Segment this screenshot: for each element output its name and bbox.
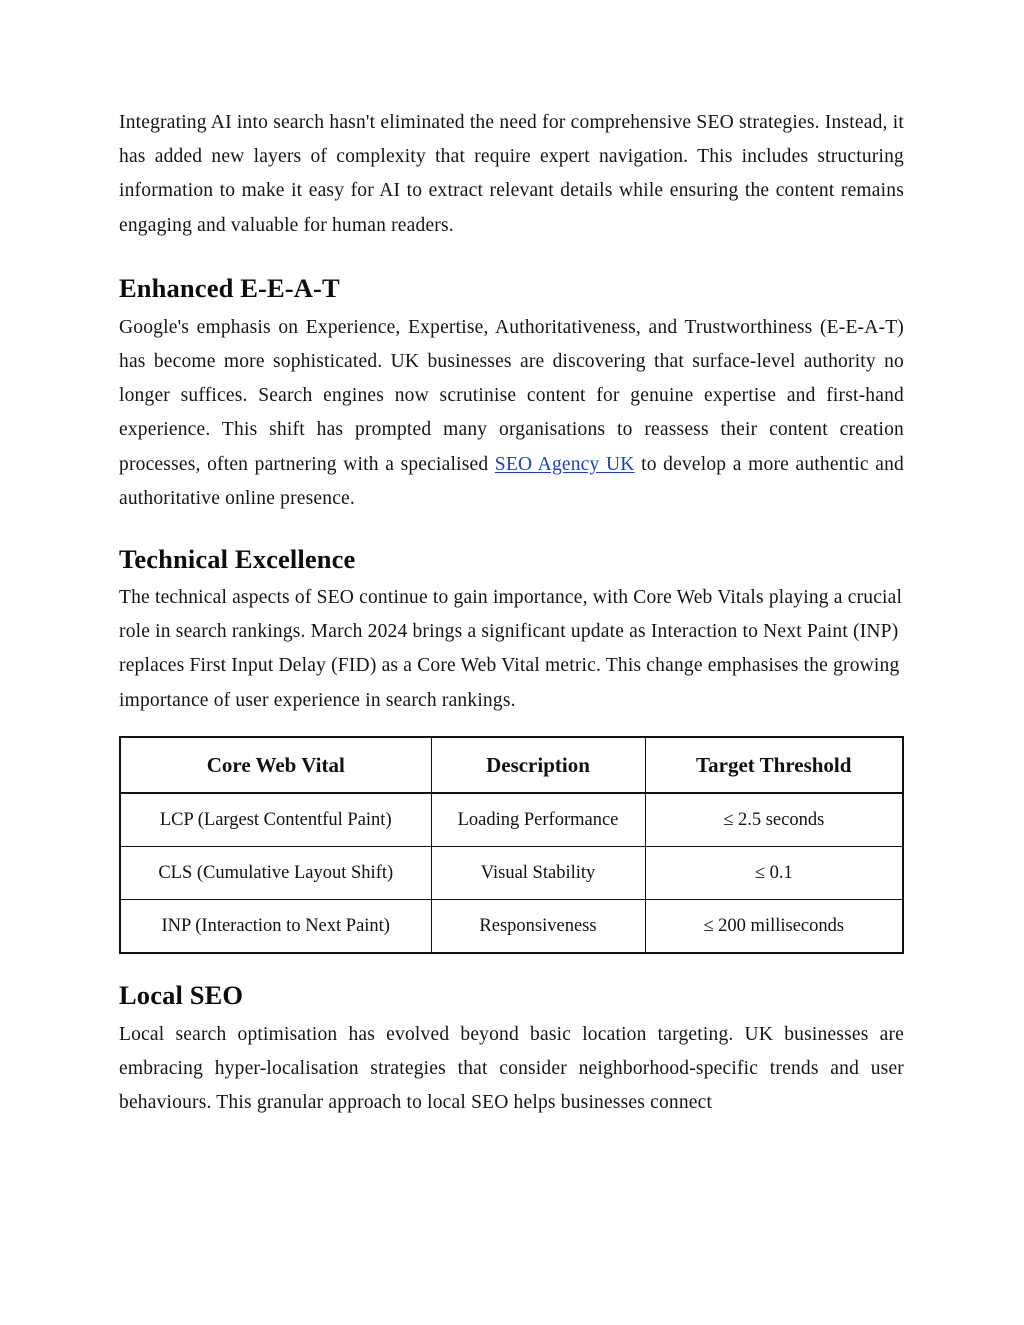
column-header-target-threshold: Target Threshold [644, 736, 904, 794]
document-content: Integrating AI into search hasn't elimin… [119, 106, 904, 1120]
table-row: CLS (Cumulative Layout Shift) Visual Sta… [119, 845, 904, 900]
heading-enhanced-eeat: Enhanced E-E-A-T [119, 272, 340, 303]
column-header-description: Description [430, 736, 646, 794]
cell-description: Responsiveness [430, 898, 646, 954]
cell-vital: LCP (Largest Contentful Paint) [119, 792, 432, 847]
heading-technical-excellence: Technical Excellence [119, 544, 356, 575]
seo-agency-uk-link[interactable]: SEO Agency UK [495, 454, 635, 475]
cell-vital: INP (Interaction to Next Paint) [119, 898, 432, 954]
table-row: LCP (Largest Contentful Paint) Loading P… [119, 792, 904, 847]
document-page: Integrating AI into search hasn't elimin… [0, 0, 1024, 1325]
eeat-paragraph: Google's emphasis on Experience, Experti… [119, 311, 904, 516]
cell-threshold: ≤ 2.5 seconds [644, 792, 904, 847]
cell-description: Loading Performance [430, 792, 646, 847]
heading-local-seo: Local SEO [119, 979, 244, 1010]
cell-threshold: ≤ 200 milliseconds [644, 898, 904, 954]
cell-threshold: ≤ 0.1 [644, 845, 904, 900]
cell-description: Visual Stability [430, 845, 646, 900]
eeat-text-before-link: Google's emphasis on Experience, Experti… [119, 316, 904, 475]
table-row: INP (Interaction to Next Paint) Responsi… [119, 898, 904, 954]
column-header-core-web-vital: Core Web Vital [119, 736, 432, 794]
table-header-row: Core Web Vital Description Target Thresh… [119, 736, 904, 794]
cell-vital: CLS (Cumulative Layout Shift) [119, 845, 432, 900]
technical-paragraph: The technical aspects of SEO continue to… [119, 587, 903, 711]
local-seo-paragraph: Local search optimisation has evolved be… [119, 1023, 904, 1114]
intro-paragraph: Integrating AI into search hasn't elimin… [119, 112, 904, 236]
core-web-vitals-table: Core Web Vital Description Target Thresh… [119, 735, 904, 954]
